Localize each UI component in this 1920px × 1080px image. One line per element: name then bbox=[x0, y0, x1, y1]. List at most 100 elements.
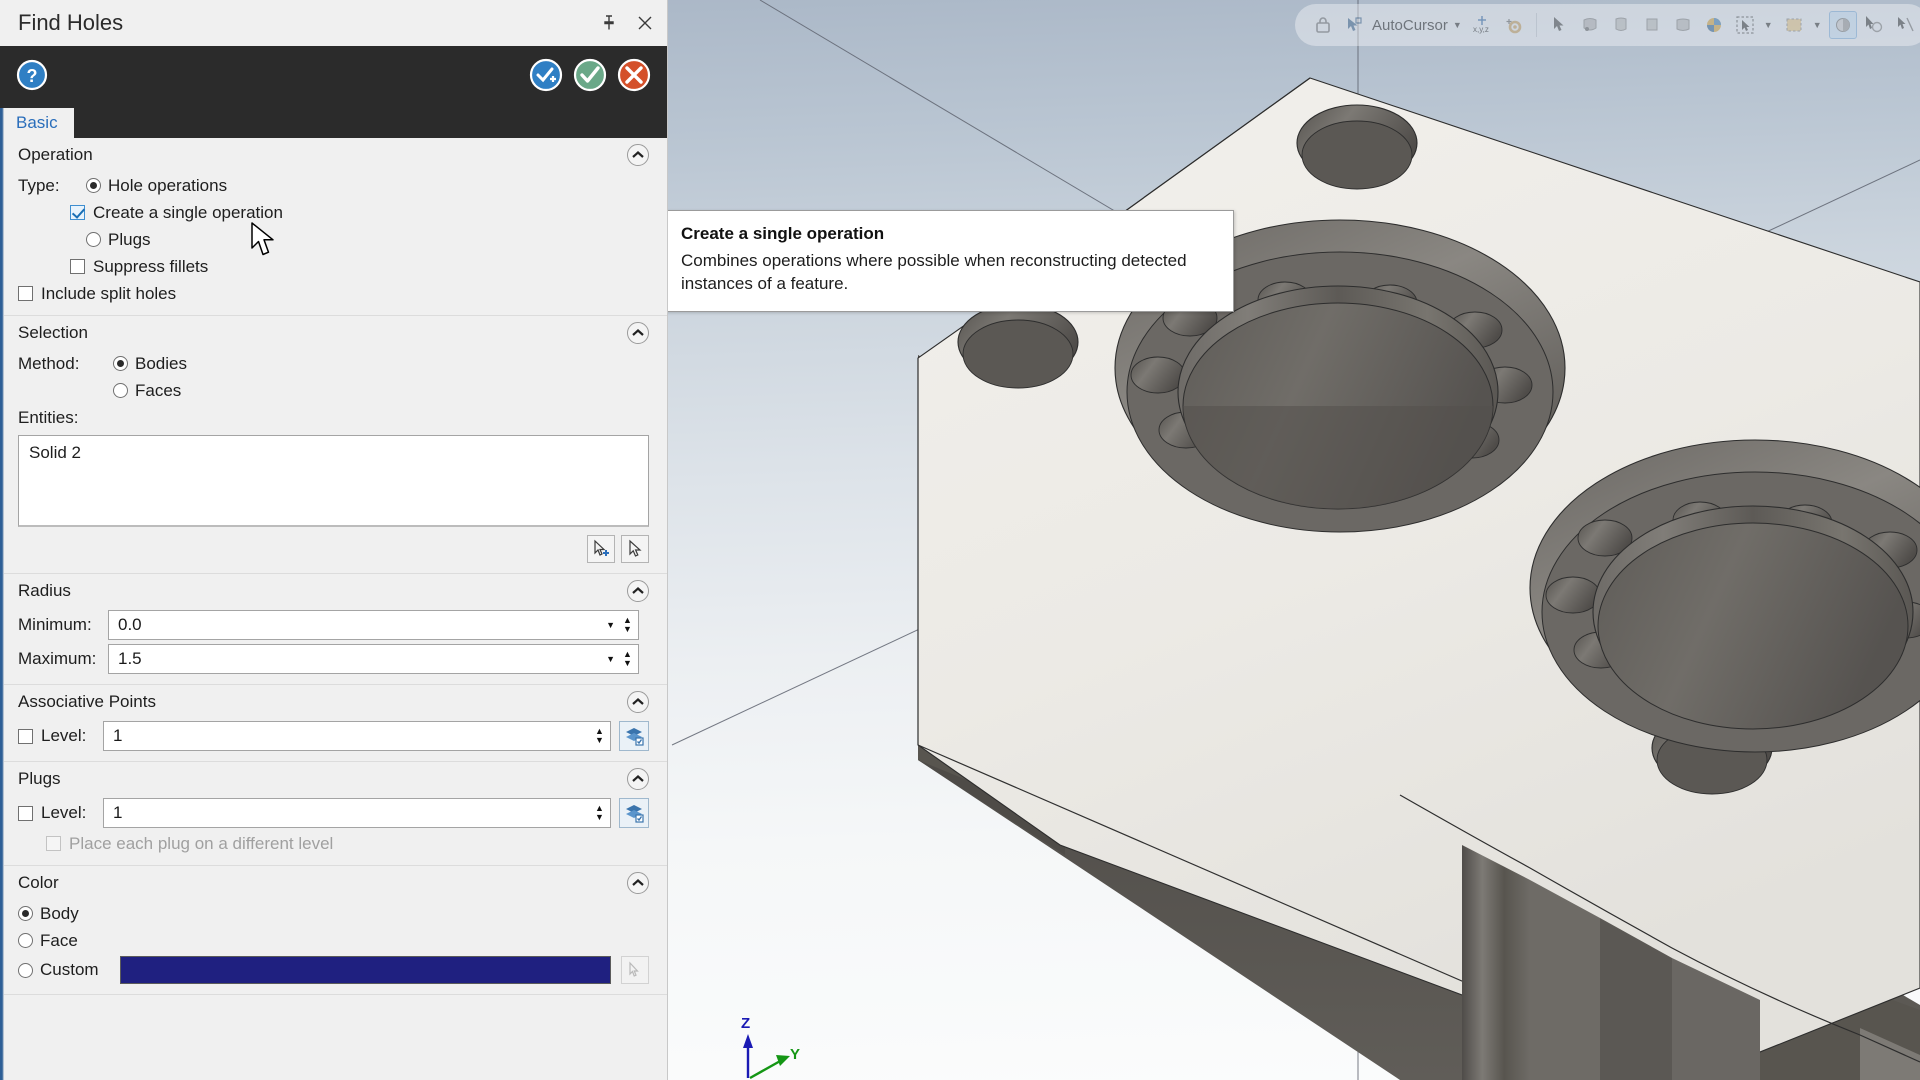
plugs-level-value: 1 bbox=[113, 803, 123, 822]
radio-bodies[interactable] bbox=[113, 356, 128, 371]
shade-icon[interactable] bbox=[1828, 11, 1857, 39]
section-color: Color Body Face Custom bbox=[0, 866, 667, 995]
associative-points-level-stepper[interactable]: ▲ ▼ bbox=[593, 727, 606, 745]
radius-maximum-stepper[interactable]: ▲ ▼ bbox=[621, 650, 634, 668]
ok-button[interactable] bbox=[573, 58, 607, 97]
plugs-level-row: Level: 1 ▲ ▼ bbox=[0, 796, 667, 830]
autocursor-icon[interactable] bbox=[1340, 11, 1368, 39]
radius-maximum-input[interactable]: 1.5 ▼ ▲ ▼ bbox=[108, 644, 639, 674]
section-radius: Radius Minimum: 0.0 ▼ ▲ ▼ Maximum: 1.5 ▼… bbox=[0, 574, 667, 685]
checkbox-include-split-holes-label: Include split holes bbox=[41, 283, 177, 303]
radio-hole-operations-label: Hole operations bbox=[108, 175, 228, 195]
radio-faces[interactable] bbox=[113, 383, 128, 398]
arrow-icon[interactable] bbox=[1545, 11, 1573, 39]
toolbar-divider bbox=[1535, 13, 1537, 37]
radio-color-face-label: Face bbox=[40, 930, 78, 950]
radio-color-custom[interactable] bbox=[18, 962, 33, 978]
radio-color-body[interactable] bbox=[18, 906, 33, 921]
checkbox-plugs-level[interactable] bbox=[18, 805, 33, 821]
suppress-fillets-row: Suppress fillets bbox=[0, 253, 667, 280]
collapse-color-chevron-up-icon[interactable] bbox=[627, 872, 649, 894]
select-all-icon[interactable] bbox=[1731, 11, 1759, 39]
radio-plugs[interactable] bbox=[86, 232, 101, 247]
tooltip: Create a single operation Combines opera… bbox=[664, 210, 1234, 313]
collapse-selection-chevron-up-icon[interactable] bbox=[627, 322, 649, 344]
section-radius-header[interactable]: Radius bbox=[0, 574, 667, 608]
plugs-level-label: Level: bbox=[41, 803, 87, 822]
apply-and-create-new-button[interactable] bbox=[529, 58, 563, 97]
collapse-associative-points-chevron-up-icon[interactable] bbox=[627, 691, 649, 713]
analyze-icon[interactable] bbox=[1860, 11, 1888, 39]
section-plugs-title: Plugs bbox=[18, 769, 61, 788]
associative-points-level-input[interactable]: 1 ▲ ▼ bbox=[103, 721, 611, 751]
collapse-radius-chevron-up-icon[interactable] bbox=[627, 580, 649, 602]
custom-color-swatch[interactable] bbox=[120, 956, 611, 984]
radius-minimum-dropdown-icon[interactable]: ▼ bbox=[606, 620, 615, 630]
radio-color-custom-label: Custom bbox=[40, 960, 99, 979]
section-selection-title: Selection bbox=[18, 323, 88, 342]
tooltip-title: Create a single operation bbox=[681, 224, 885, 243]
collapse-plugs-chevron-up-icon[interactable] bbox=[627, 768, 649, 790]
pin-icon[interactable] bbox=[599, 13, 619, 33]
plugs-layers-icon[interactable] bbox=[619, 798, 649, 828]
selection-method-row: Method: Bodies bbox=[0, 350, 667, 377]
section-selection-header[interactable]: Selection bbox=[0, 316, 667, 350]
checkbox-create-single-operation[interactable] bbox=[70, 205, 85, 220]
checkbox-associative-points-level[interactable] bbox=[18, 728, 33, 744]
solid-icon[interactable] bbox=[1700, 11, 1728, 39]
svg-text:x,y,z: x,y,z bbox=[1473, 25, 1489, 34]
selection-method-label: Method: bbox=[18, 353, 80, 373]
radius-maximum-value: 1.5 bbox=[118, 649, 142, 668]
find-holes-dialog: Find Holes ? Basic Operation Type: Hole … bbox=[0, 0, 668, 1080]
associative-points-level-label: Level: bbox=[41, 726, 87, 745]
body-icon[interactable] bbox=[1669, 11, 1697, 39]
entities-label-row: Entities: bbox=[0, 404, 667, 431]
vertex-icon[interactable] bbox=[1576, 11, 1604, 39]
tab-basic[interactable]: Basic bbox=[0, 108, 74, 138]
chevron-down-icon-3[interactable]: ▼ bbox=[1813, 20, 1822, 30]
page-title: Find Holes bbox=[18, 10, 124, 35]
radius-minimum-label: Minimum: bbox=[18, 615, 92, 634]
selection-faces-row: Faces bbox=[0, 377, 667, 404]
close-icon[interactable] bbox=[635, 13, 655, 33]
clear-selection-button[interactable] bbox=[621, 535, 649, 563]
plugs-type-row: Plugs bbox=[0, 226, 667, 253]
radius-minimum-stepper[interactable]: ▲ ▼ bbox=[621, 616, 634, 634]
color-picker-icon[interactable] bbox=[621, 956, 649, 984]
section-operation-header[interactable]: Operation bbox=[0, 138, 667, 172]
associative-points-level-row: Level: 1 ▲ ▼ bbox=[0, 719, 667, 753]
cancel-button[interactable] bbox=[617, 58, 651, 97]
radio-color-face[interactable] bbox=[18, 933, 33, 948]
chevron-down-icon-2[interactable]: ▼ bbox=[1764, 20, 1773, 30]
checkbox-suppress-fillets[interactable] bbox=[70, 259, 85, 274]
associative-points-layers-icon[interactable] bbox=[619, 721, 649, 751]
autocursor-toolbar[interactable]: AutoCursor ▼ x,y,z ▼ ▼ bbox=[1295, 4, 1920, 46]
edge-icon[interactable] bbox=[1607, 11, 1635, 39]
radio-plugs-label: Plugs bbox=[108, 229, 151, 249]
mask-icon[interactable] bbox=[1780, 11, 1808, 39]
checkbox-include-split-holes[interactable] bbox=[18, 286, 33, 301]
plugs-level-input[interactable]: 1 ▲ ▼ bbox=[103, 798, 611, 828]
select-entities-button[interactable] bbox=[587, 535, 615, 563]
help-icon[interactable]: ? bbox=[16, 59, 48, 96]
measure-icon[interactable] bbox=[1891, 11, 1919, 39]
chevron-down-icon[interactable]: ▼ bbox=[1453, 20, 1462, 30]
entities-list[interactable]: Solid 2 bbox=[18, 435, 649, 527]
color-face-row: Face bbox=[0, 927, 667, 954]
gear-icon[interactable] bbox=[1500, 11, 1528, 39]
radius-minimum-input[interactable]: 0.0 ▼ ▲ ▼ bbox=[108, 610, 639, 640]
collapse-operation-chevron-up-icon[interactable] bbox=[627, 144, 649, 166]
section-operation-title: Operation bbox=[18, 145, 93, 164]
section-color-header[interactable]: Color bbox=[0, 866, 667, 900]
include-split-holes-row: Include split holes bbox=[0, 280, 667, 307]
plugs-level-stepper[interactable]: ▲ ▼ bbox=[593, 804, 606, 822]
radio-hole-operations[interactable] bbox=[86, 178, 101, 193]
xyz-icon[interactable]: x,y,z bbox=[1469, 11, 1497, 39]
radius-maximum-dropdown-icon[interactable]: ▼ bbox=[606, 654, 615, 664]
lock-icon[interactable] bbox=[1309, 11, 1337, 39]
face-icon[interactable] bbox=[1638, 11, 1666, 39]
axis-triad: Z Y bbox=[741, 1015, 800, 1080]
section-associative-points-header[interactable]: Associative Points bbox=[0, 685, 667, 719]
section-plugs-header[interactable]: Plugs bbox=[0, 762, 667, 796]
create-single-operation-row: Create a single operation bbox=[0, 199, 667, 226]
